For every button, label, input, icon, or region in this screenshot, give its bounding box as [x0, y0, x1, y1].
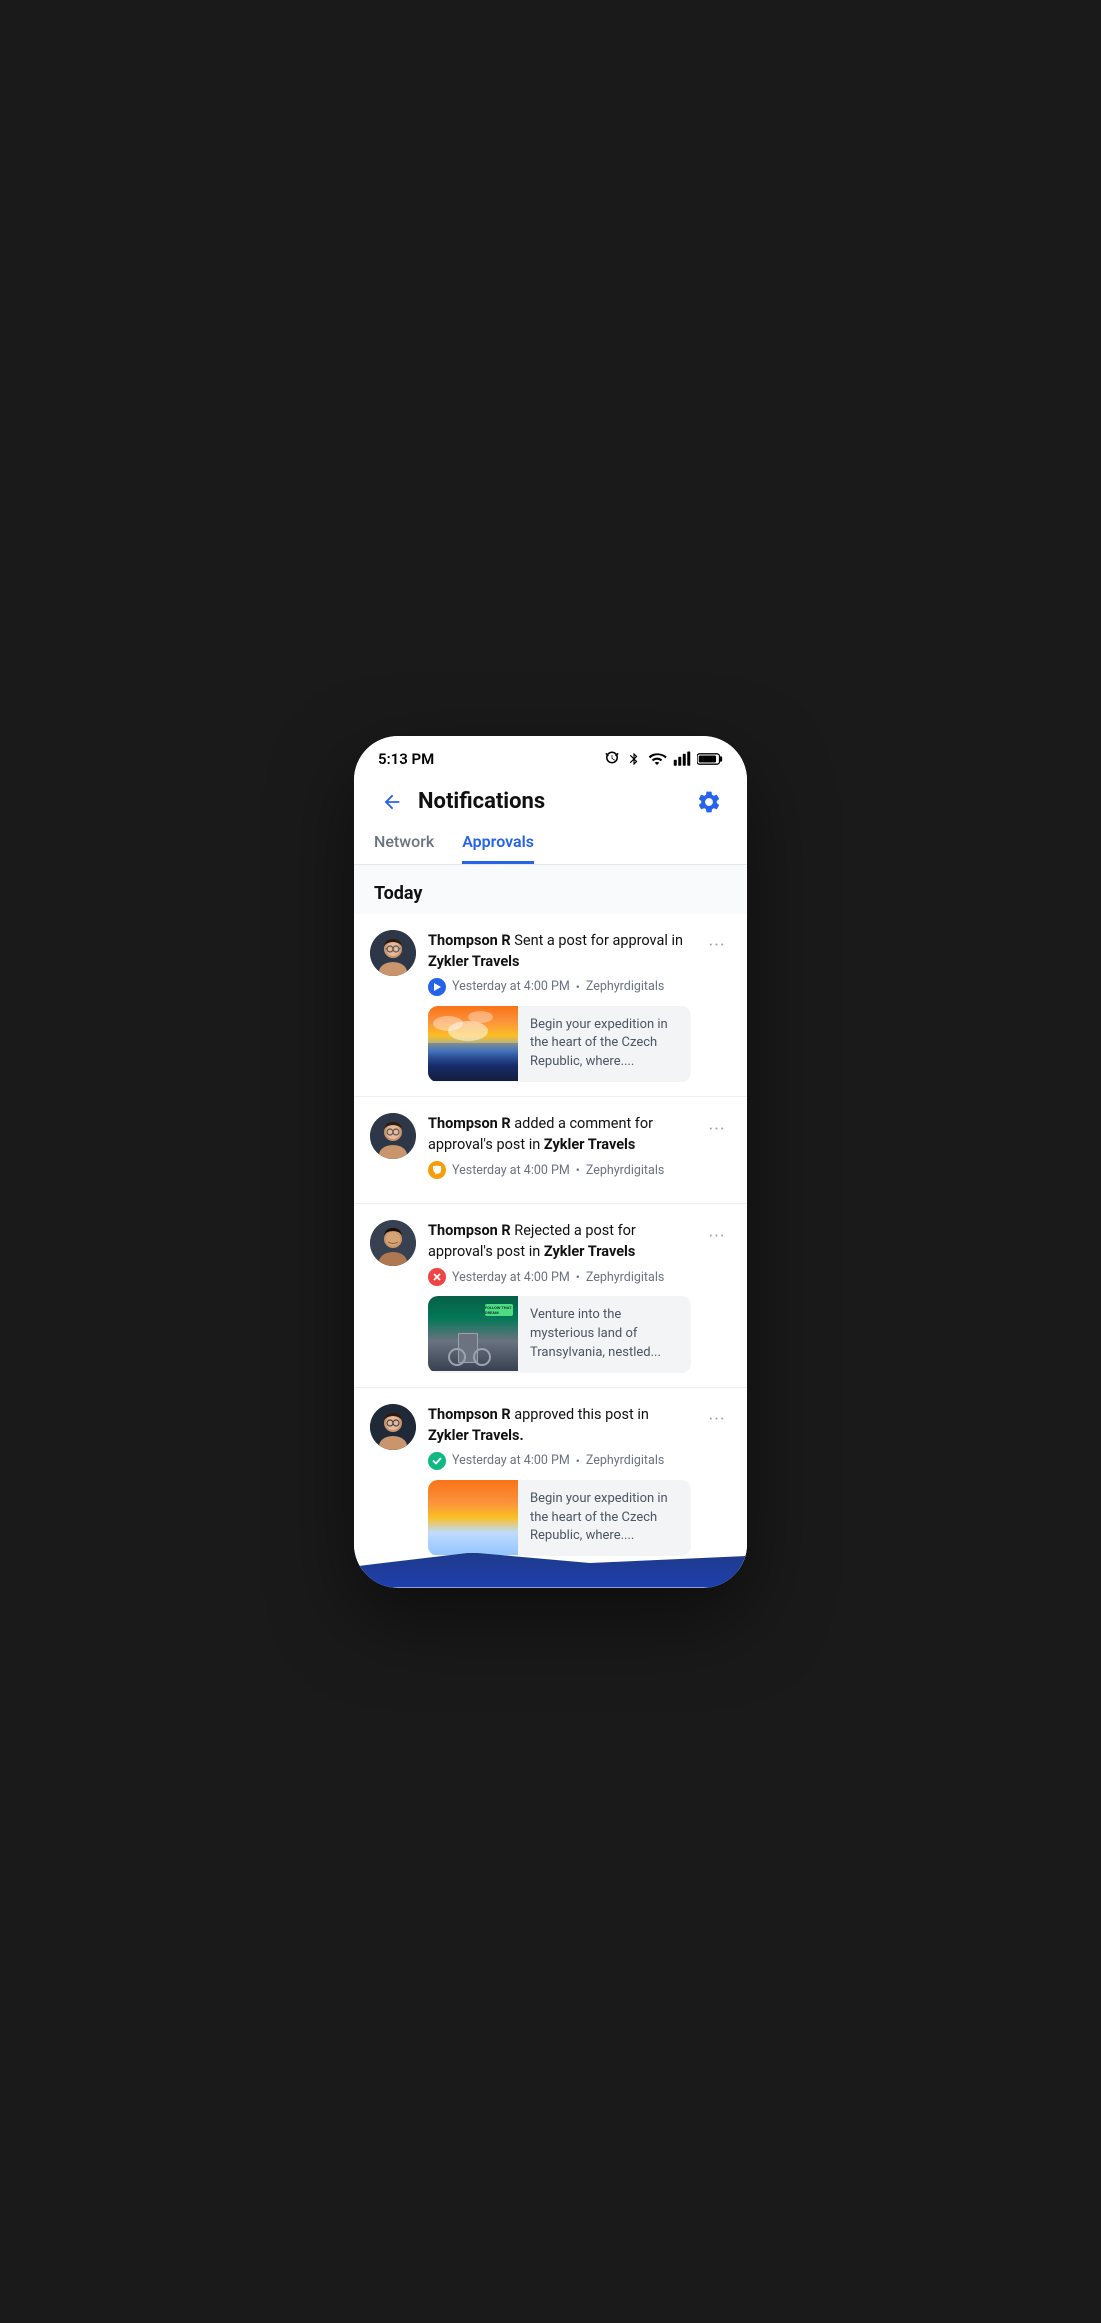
more-button-4[interactable]: ···	[703, 1406, 731, 1434]
notif-dot-4: •	[576, 1454, 580, 1468]
notif-action-1: Sent a post for approval in	[511, 932, 683, 949]
status-icon-1	[428, 978, 446, 996]
bluetooth-icon	[627, 750, 641, 768]
notif-target-2: Zykler Travels	[544, 1136, 635, 1153]
notif-body-4: Thompson R approved this post in Zykler …	[428, 1404, 691, 1557]
tab-network[interactable]: Network	[374, 832, 434, 864]
notif-time-3: Yesterday at 4:00 PM	[452, 1270, 570, 1285]
notif-target-4: Zykler Travels.	[428, 1427, 524, 1444]
notif-body-2: Thompson R added a comment for approval'…	[428, 1113, 691, 1189]
wifi-icon	[647, 750, 667, 768]
page-title: Notifications	[418, 789, 691, 814]
notif-dot-3: •	[576, 1270, 580, 1284]
preview-card-1[interactable]: Begin your expedition in the heart of th…	[428, 1006, 691, 1083]
header: Notifications	[354, 776, 747, 820]
notif-meta-2: Yesterday at 4:00 PM • Zephyrdigitals	[428, 1161, 691, 1179]
notif-user-2: Thompson R	[428, 1115, 511, 1132]
preview-text-3: Venture into the mysterious land of Tran…	[518, 1296, 691, 1373]
more-dots-2: ···	[708, 1119, 725, 1140]
back-button[interactable]	[374, 784, 410, 820]
notif-text-2: Thompson R added a comment for approval'…	[428, 1113, 691, 1155]
notif-meta-4: Yesterday at 4:00 PM • Zephyrdigitals	[428, 1452, 691, 1470]
preview-text-1: Begin your expedition in the heart of th…	[518, 1006, 691, 1083]
notification-item-2[interactable]: Thompson R added a comment for approval'…	[354, 1097, 747, 1204]
preview-image-1	[428, 1006, 518, 1081]
tabs: Network Approvals	[354, 820, 747, 864]
notif-text-3: Thompson R Rejected a post for approval'…	[428, 1220, 691, 1262]
status-icon-2	[428, 1161, 446, 1179]
section-today: Today	[354, 865, 747, 914]
status-icons	[603, 750, 723, 768]
gear-icon	[696, 789, 722, 815]
notif-time-1: Yesterday at 4:00 PM	[452, 979, 570, 994]
preview-card-4[interactable]: Begin your expedition in the heart of th…	[428, 1480, 691, 1557]
notif-body-1: Thompson R Sent a post for approval in Z…	[428, 930, 691, 1083]
more-button-3[interactable]: ···	[703, 1222, 731, 1250]
notif-source-3: Zephyrdigitals	[586, 1270, 664, 1285]
notif-time-2: Yesterday at 4:00 PM	[452, 1163, 570, 1178]
avatar-1	[370, 930, 416, 976]
avatar-2	[370, 1113, 416, 1159]
notif-text-1: Thompson R Sent a post for approval in Z…	[428, 930, 691, 972]
notif-body-3: Thompson R Rejected a post for approval'…	[428, 1220, 691, 1373]
notif-user-4: Thompson R	[428, 1406, 511, 1423]
notif-meta-3: Yesterday at 4:00 PM • Zephyrdigitals	[428, 1268, 691, 1286]
tab-approvals[interactable]: Approvals	[462, 832, 534, 864]
more-dots-3: ···	[708, 1226, 725, 1247]
notif-user-3: Thompson R	[428, 1222, 511, 1239]
alarm-icon	[603, 750, 621, 768]
notif-user-1: Thompson R	[428, 932, 511, 949]
avatar-4	[370, 1404, 416, 1450]
notif-time-4: Yesterday at 4:00 PM	[452, 1453, 570, 1468]
settings-button[interactable]	[691, 784, 727, 820]
notification-item-1[interactable]: Thompson R Sent a post for approval in Z…	[354, 914, 747, 1098]
phone-frame: 5:13 PM	[354, 736, 747, 1588]
notif-source-1: Zephyrdigitals	[586, 979, 664, 994]
notif-dot-2: •	[576, 1163, 580, 1177]
notif-meta-1: Yesterday at 4:00 PM • Zephyrdigitals	[428, 978, 691, 996]
notif-source-2: Zephyrdigitals	[586, 1163, 664, 1178]
more-dots-4: ···	[708, 1409, 725, 1430]
notification-item-3[interactable]: Thompson R Rejected a post for approval'…	[354, 1204, 747, 1388]
more-dots-1: ···	[708, 935, 725, 956]
notif-text-4: Thompson R approved this post in Zykler …	[428, 1404, 691, 1446]
status-time: 5:13 PM	[378, 750, 434, 768]
notif-action-4: approved this post in	[511, 1406, 649, 1423]
preview-card-3[interactable]: FOLLOW THAT DREAM Venture into the myste…	[428, 1296, 691, 1373]
notif-target-3: Zykler Travels	[544, 1243, 635, 1260]
back-icon	[381, 791, 403, 813]
signal-icon	[673, 750, 691, 768]
preview-image-3: FOLLOW THAT DREAM	[428, 1296, 518, 1371]
notif-dot-1: •	[576, 980, 580, 994]
more-button-2[interactable]: ···	[703, 1115, 731, 1143]
status-bar: 5:13 PM	[354, 736, 747, 776]
preview-image-4	[428, 1480, 518, 1555]
preview-text-4: Begin your expedition in the heart of th…	[518, 1480, 691, 1557]
notif-target-1: Zykler Travels	[428, 953, 519, 970]
content: Today	[354, 865, 747, 1572]
status-icon-3	[428, 1268, 446, 1286]
more-button-1[interactable]: ···	[703, 932, 731, 960]
notification-item-4[interactable]: Thompson R approved this post in Zykler …	[354, 1388, 747, 1572]
notif-source-4: Zephyrdigitals	[586, 1453, 664, 1468]
battery-icon	[697, 751, 723, 767]
avatar-3	[370, 1220, 416, 1266]
status-icon-4	[428, 1452, 446, 1470]
